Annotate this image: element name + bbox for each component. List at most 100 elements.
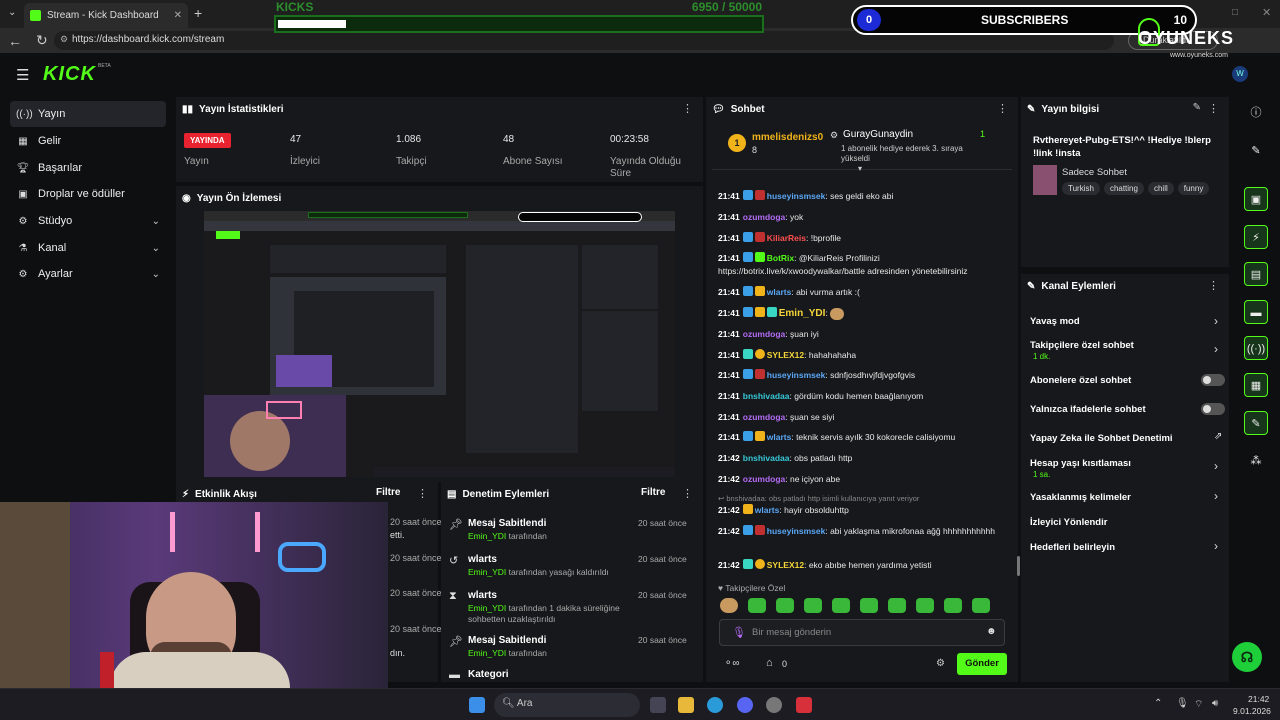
discord-icon[interactable] [737, 697, 753, 713]
ai-moderation-action[interactable]: Yapay Zeka ile Sohbet Denetimi [1030, 433, 1173, 444]
chat-input[interactable]: 🎙︎ Bir mesaj gönderin ☻ [719, 619, 1005, 646]
external-link-icon[interactable]: ⇗ [1214, 431, 1222, 442]
more-options-icon[interactable]: ⋮ [417, 487, 428, 500]
chevron-right-icon[interactable]: › [1214, 539, 1218, 553]
more-options-icon[interactable]: ⋮ [1208, 102, 1219, 115]
wrench-icon[interactable]: ✎ [1244, 411, 1268, 435]
tag[interactable]: chatting [1103, 182, 1144, 195]
emote-icon[interactable] [860, 598, 878, 613]
emoji-icon[interactable]: ☻ [986, 626, 997, 637]
chevron-right-icon[interactable]: › [1214, 459, 1218, 473]
lightning-icon[interactable]: ⚡︎ [1244, 225, 1268, 249]
subscribers-only-toggle[interactable] [1201, 374, 1225, 386]
volume-icon[interactable]: 🔊︎ [1212, 698, 1218, 709]
tag[interactable]: funny [1177, 182, 1210, 195]
chat-username[interactable]: SYLEX12 [767, 350, 804, 360]
sidebar-item-gelir[interactable]: ▦ Gelir [10, 128, 166, 154]
stream-category[interactable]: Sadece Sohbet [1062, 167, 1127, 178]
emote-icon[interactable] [804, 598, 822, 613]
obs-icon[interactable] [766, 697, 782, 713]
broadcast-icon[interactable]: ((·)) [1244, 336, 1268, 360]
moderation-icon[interactable]: ▦ [1244, 373, 1268, 397]
sidebar-item-kanal[interactable]: ⚗ Kanal ⌄ [10, 235, 166, 261]
tag[interactable]: Turkish [1062, 182, 1100, 195]
moderation-filter-button[interactable]: Filtre [641, 487, 665, 498]
chevron-right-icon[interactable]: › [1214, 489, 1218, 503]
chat-username[interactable]: huseyinsmsek [767, 370, 826, 380]
chat-username[interactable]: huseyinsmsek [767, 191, 826, 201]
account-age-action[interactable]: Hesap yaşı kısıtlaması [1030, 458, 1131, 469]
pinned-user[interactable]: mmelisdenizs0 [752, 132, 823, 143]
gift-icon[interactable]: ⌂ [766, 657, 773, 669]
clock-time[interactable]: 21:42 [1248, 694, 1269, 704]
emote-icon[interactable] [972, 598, 990, 613]
close-tab-icon[interactable]: ✕ [174, 10, 182, 21]
microphone-icon[interactable]: 🎙︎ [732, 626, 746, 639]
chat-settings-icon[interactable]: ⚙ [936, 658, 945, 669]
sidebar-item-ayarlar[interactable]: ⚙ Ayarlar ⌄ [10, 261, 166, 287]
chat-username[interactable]: bnshivadaa [743, 453, 790, 463]
hamburger-menu-icon[interactable]: ☰ [16, 66, 29, 84]
chat-username[interactable]: ozumdoga [743, 212, 786, 222]
emote-only-toggle[interactable] [1201, 403, 1225, 415]
reload-icon[interactable]: ↻ [36, 32, 48, 49]
shapes-icon[interactable]: ⁂ [1244, 449, 1268, 473]
document-icon[interactable]: ▤ [1244, 262, 1268, 286]
pencil-icon[interactable]: ✎ [1244, 139, 1268, 163]
followers-only-action[interactable]: Takipçilere özel sohbet [1030, 340, 1134, 351]
chat-scrollbar[interactable] [1017, 556, 1020, 576]
chat-bubble-icon[interactable]: ▬ [1244, 300, 1268, 324]
more-options-icon[interactable]: ⋮ [1208, 279, 1219, 292]
stream-preview[interactable] [204, 211, 675, 477]
more-options-icon[interactable]: ⋮ [682, 102, 693, 115]
browser-tab[interactable]: Stream - Kick Dashboard ✕ [24, 3, 188, 28]
chat-username[interactable]: wlarts [755, 505, 780, 515]
slow-mode-action[interactable]: Yavaş mod [1030, 316, 1080, 327]
close-window-icon[interactable]: ✕ [1262, 6, 1271, 19]
user-avatar[interactable]: W [1232, 66, 1248, 82]
emote-icon[interactable] [832, 598, 850, 613]
chat-username[interactable]: BotRix [767, 253, 794, 263]
kick-logo[interactable]: KICK [43, 63, 96, 86]
chat-username[interactable]: huseyinsmsek [767, 526, 826, 536]
emote-icon[interactable] [916, 598, 934, 613]
more-options-icon[interactable]: ⋮ [997, 102, 1008, 115]
emote-icon[interactable] [748, 598, 766, 613]
sidebar-item-yayin[interactable]: ((·)) Yayın [10, 101, 166, 127]
pencil-icon[interactable]: ✎ [1193, 102, 1201, 113]
activity-filter-button[interactable]: Filtre [376, 487, 400, 498]
pinned-gifter[interactable]: GurayGunaydin [843, 129, 913, 140]
collapse-icon[interactable]: ▾ [858, 164, 862, 173]
microphone-tray-icon[interactable]: 🎙︎ [1176, 698, 1189, 709]
new-tab-icon[interactable]: + [194, 5, 202, 21]
more-options-icon[interactable]: ⋮ [682, 487, 693, 500]
emote-icon[interactable] [888, 598, 906, 613]
info-icon[interactable]: ⓘ [1244, 101, 1268, 125]
emote-icon[interactable] [776, 598, 794, 613]
chat-username[interactable]: Emin_YDI [779, 308, 826, 319]
set-goals-action[interactable]: Hedefleri belirleyin [1030, 542, 1115, 553]
chat-username[interactable]: SYLEX12 [767, 560, 804, 570]
tag[interactable]: chill [1147, 182, 1174, 195]
chat-username[interactable]: wlarts [767, 432, 792, 442]
emote-icon[interactable] [720, 598, 738, 613]
banned-words-action[interactable]: Yasaklanmış kelimeler [1030, 492, 1131, 503]
tray-chevron-icon[interactable]: ⌃ [1154, 698, 1162, 709]
sidebar-item-studyo[interactable]: ⚙ Stüdyo ⌄ [10, 208, 166, 234]
raid-action[interactable]: İzleyici Yönlendir [1030, 517, 1107, 528]
network-icon[interactable]: ⌔ [1194, 698, 1203, 711]
task-view-icon[interactable] [650, 697, 666, 713]
chat-username[interactable]: ozumdoga [743, 329, 786, 339]
clock-date[interactable]: 9.01.2026 [1233, 706, 1271, 716]
site-info-icon[interactable]: ⚙ [60, 34, 68, 45]
capture-icon[interactable]: ▣ [1244, 187, 1268, 211]
chat-username[interactable]: bnshivadaa [743, 391, 790, 401]
chat-username[interactable]: wlarts [767, 287, 792, 297]
chevron-right-icon[interactable]: › [1214, 314, 1218, 328]
chevron-right-icon[interactable]: › [1214, 342, 1218, 356]
chat-username[interactable]: KiliarReis [767, 233, 806, 243]
emote-icon[interactable] [944, 598, 962, 613]
chat-username[interactable]: ozumdoga [743, 474, 786, 484]
back-icon[interactable]: ← [8, 33, 22, 49]
tab-list-icon[interactable]: ⌄ [8, 7, 16, 18]
